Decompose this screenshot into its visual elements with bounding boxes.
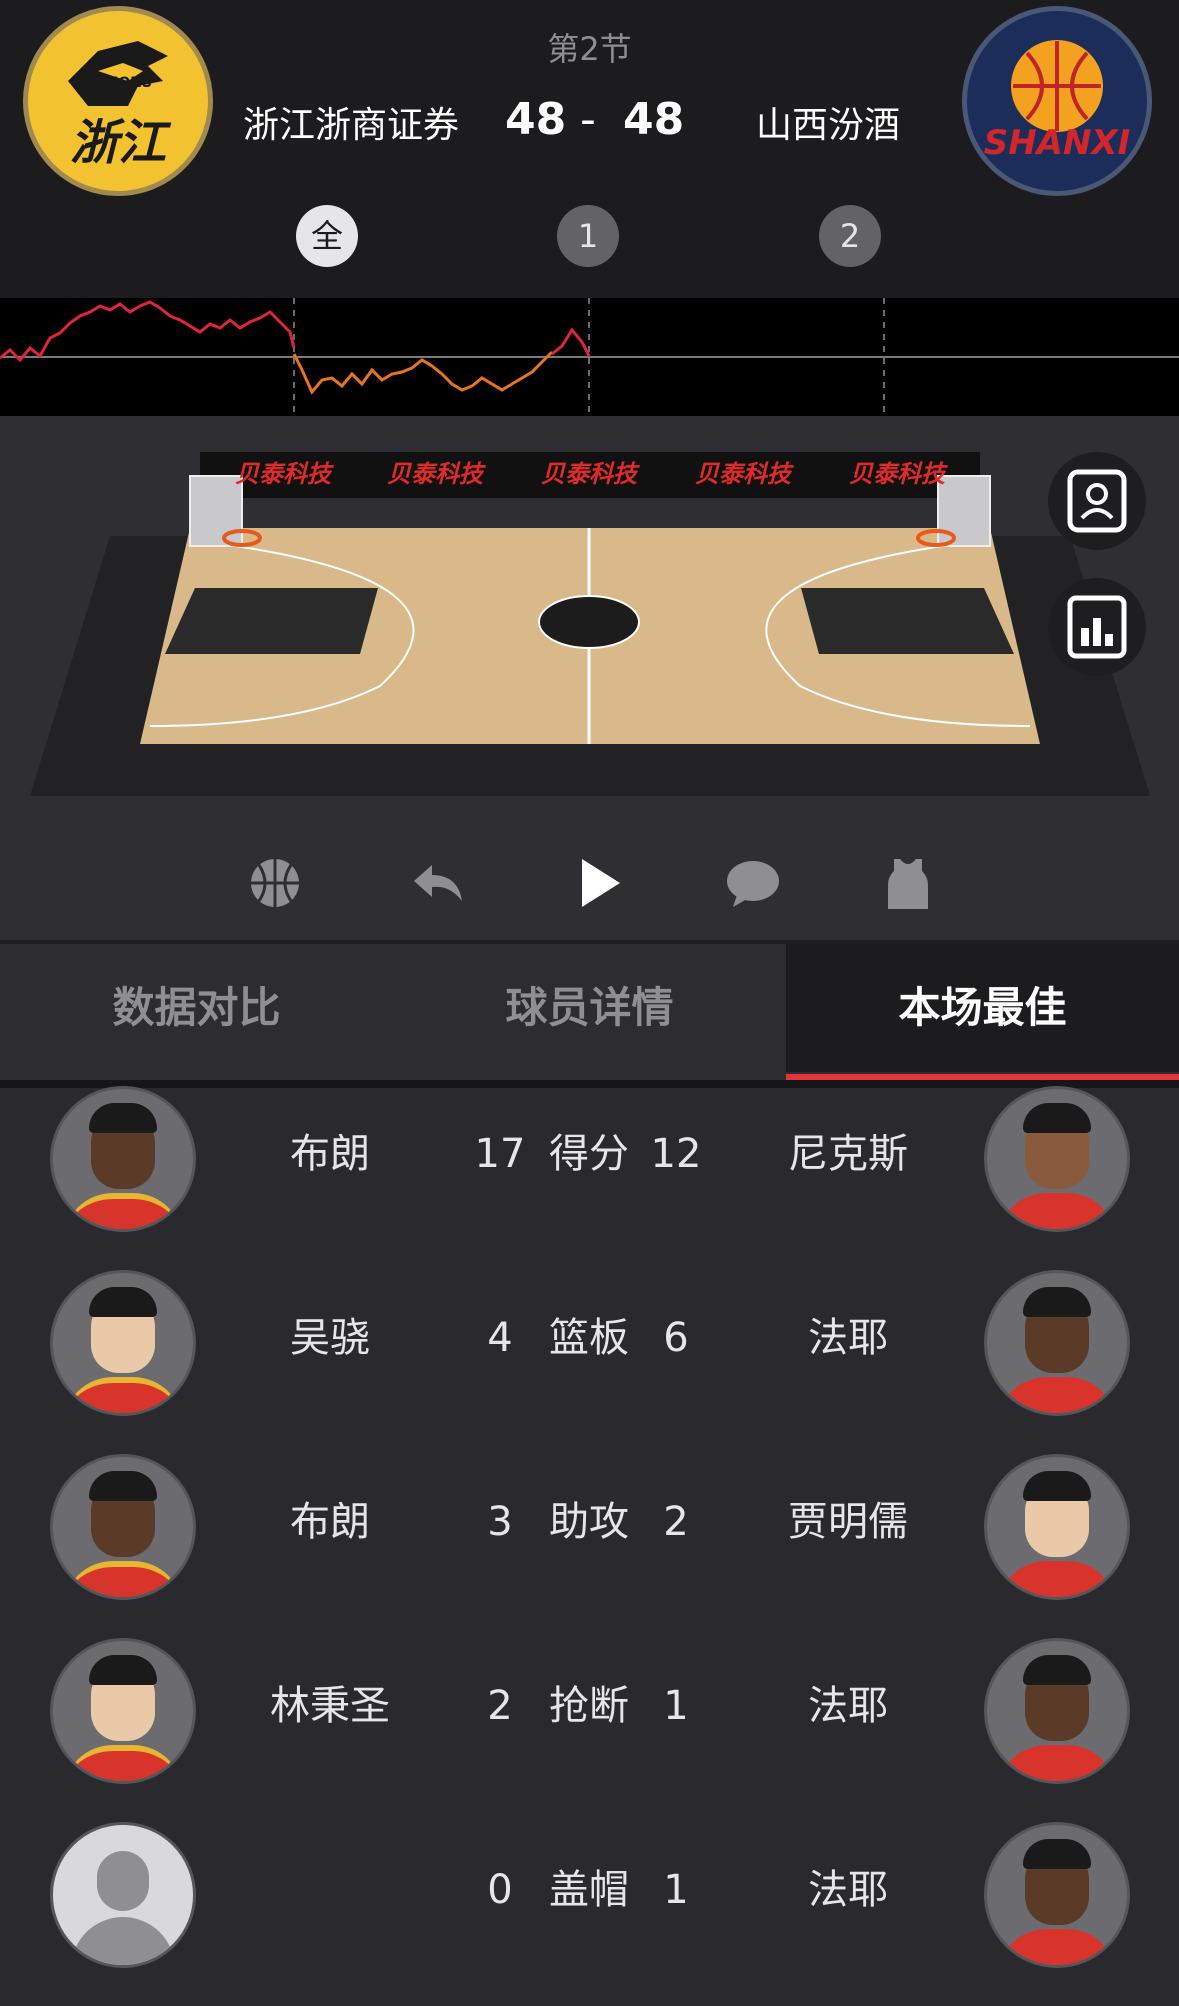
ad-board-4: 贝泰科技 (695, 460, 791, 488)
playback-controls (0, 815, 1179, 940)
away-team-name[interactable]: 山西汾酒 (756, 96, 900, 148)
home-player-name[interactable]: 林秉圣 (230, 1676, 430, 1736)
basketball-icon[interactable] (247, 855, 303, 911)
basketball-logo-icon (1011, 40, 1103, 132)
home-player-avatar[interactable] (50, 1270, 196, 1416)
away-stat-value: 2 (663, 1499, 689, 1545)
leader-row-blocks: 0 盖帽 1 法耶 (0, 1822, 1179, 2006)
chat-bubble-icon[interactable] (725, 855, 781, 911)
tab-game-best[interactable]: 本场最佳 (786, 944, 1179, 1072)
stat-label: 篮板 (549, 1315, 629, 1361)
trend-line-home-late (551, 327, 591, 357)
stat-label: 得分 (549, 1131, 629, 1177)
home-player-name[interactable] (230, 1860, 430, 1920)
home-stat-value: 3 (487, 1499, 513, 1545)
home-player-name[interactable]: 布朗 (230, 1124, 430, 1184)
away-stat-value: 12 (650, 1131, 702, 1177)
home-stat-value: 17 (474, 1131, 526, 1177)
home-player-name[interactable]: 布朗 (230, 1492, 430, 1552)
ad-board-2: 贝泰科技 (387, 460, 483, 488)
away-player-avatar[interactable] (984, 1270, 1130, 1416)
away-player-name[interactable]: 法耶 (748, 1676, 948, 1736)
away-stat-value: 1 (663, 1683, 689, 1729)
home-player-avatar-placeholder[interactable] (50, 1822, 196, 1968)
away-player-name[interactable]: 尼克斯 (748, 1124, 948, 1184)
quarter-tabs: 全 1 2 (0, 205, 1179, 269)
stats-button[interactable] (1048, 578, 1146, 676)
away-player-avatar[interactable] (984, 1454, 1130, 1600)
player-card-button[interactable] (1048, 452, 1146, 550)
play-icon[interactable] (572, 855, 628, 911)
home-player-avatar[interactable] (50, 1086, 196, 1232)
ad-board-1: 贝泰科技 (235, 460, 331, 488)
contact-card-icon (1067, 469, 1127, 533)
score-separator: - (580, 94, 596, 145)
home-stat-value: 4 (487, 1315, 513, 1361)
away-player-name[interactable]: 法耶 (748, 1308, 948, 1368)
away-team-logo[interactable]: SHANXI (962, 6, 1152, 196)
away-logo-text: SHANXI (983, 123, 1131, 163)
tab-data-comparison[interactable]: 数据对比 (0, 944, 393, 1072)
away-player-avatar[interactable] (984, 1822, 1130, 1968)
jersey-icon[interactable] (880, 855, 936, 911)
away-stat-value: 6 (663, 1315, 689, 1361)
away-player-avatar[interactable] (984, 1086, 1130, 1232)
quarter-tab-all[interactable]: 全 (296, 205, 358, 267)
home-player-avatar[interactable] (50, 1454, 196, 1600)
away-player-name[interactable]: 法耶 (748, 1860, 948, 1920)
score-trend-chart (0, 298, 1179, 416)
ad-board-5: 贝泰科技 (849, 460, 945, 488)
tab-player-details[interactable]: 球员详情 (393, 944, 786, 1072)
away-player-avatar[interactable] (984, 1638, 1130, 1784)
trend-line-home (0, 300, 296, 363)
leader-row-rebounds: 吴骁 4 篮板 6 法耶 (0, 1270, 1179, 1454)
home-team-name[interactable]: 浙江浙商证券 (243, 96, 459, 148)
stats-chart-icon (1067, 595, 1127, 659)
home-logo-sub: ZJ LIONS (83, 75, 153, 91)
home-stat-value: 2 (487, 1683, 513, 1729)
stats-tabs: 数据对比 球员详情 本场最佳 (0, 944, 1179, 1080)
home-score: 48 (505, 94, 567, 145)
leader-row-steals: 林秉圣 2 抢断 1 法耶 (0, 1638, 1179, 1822)
ad-board-3: 贝泰科技 (541, 460, 637, 488)
stat-label: 助攻 (549, 1499, 629, 1545)
home-player-name[interactable]: 吴骁 (230, 1308, 430, 1368)
home-logo-text: 浙江 (69, 115, 166, 171)
reply-arrow-icon[interactable] (410, 855, 466, 911)
home-player-avatar[interactable] (50, 1638, 196, 1784)
away-score: 48 (623, 94, 685, 145)
stat-label: 抢断 (549, 1683, 629, 1729)
leader-row-points: 布朗 17 得分 12 尼克斯 (0, 1086, 1179, 1270)
away-player-name[interactable]: 贾明儒 (748, 1492, 948, 1552)
home-stat-value: 0 (487, 1867, 513, 1913)
away-stat-value: 1 (663, 1867, 689, 1913)
stat-label: 盖帽 (549, 1867, 629, 1913)
quarter-tab-2[interactable]: 2 (819, 205, 881, 267)
leader-row-assists: 布朗 3 助攻 2 贾明儒 (0, 1454, 1179, 1638)
quarter-tab-1[interactable]: 1 (557, 205, 619, 267)
game-header: ZJ LIONS 浙江 第2节 浙江浙商证券 48 - 48 山西汾酒 SHAN… (0, 0, 1179, 298)
